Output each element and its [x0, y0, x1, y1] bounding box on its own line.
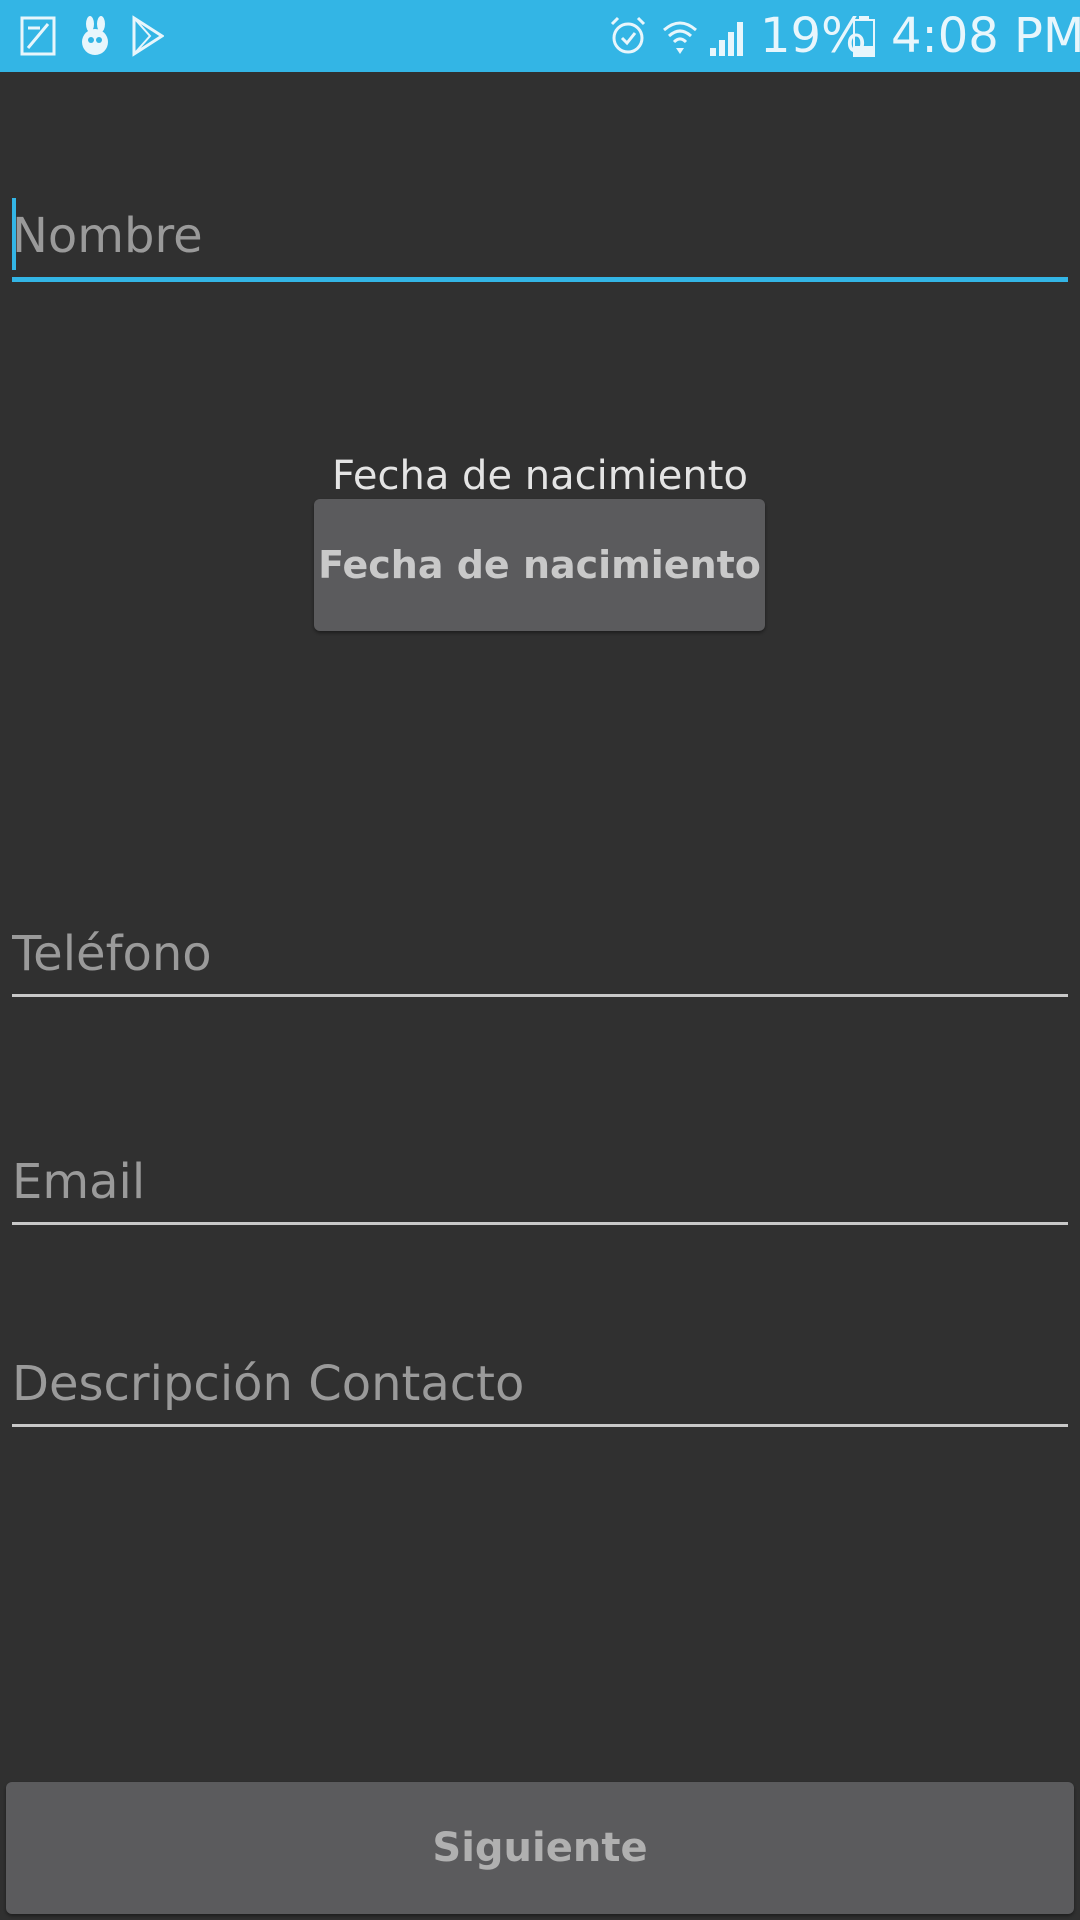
status-bar: 19% 4:08 PM: [0, 0, 1080, 72]
nombre-field: [12, 198, 1068, 284]
descripcion-underline: [12, 1424, 1068, 1427]
email-field: [12, 1150, 1068, 1230]
nombre-underline: [12, 277, 1068, 282]
email-input[interactable]: [12, 1150, 1068, 1214]
alarm-icon: [610, 16, 646, 54]
descripcion-field: [12, 1352, 1068, 1432]
email-underline: [12, 1222, 1068, 1225]
battery-icon: [853, 16, 875, 57]
clock: 4:08 PM: [891, 8, 1080, 64]
signal-icon: [710, 22, 743, 56]
descripcion-input[interactable]: [12, 1352, 1068, 1416]
telefono-underline: [12, 994, 1068, 997]
birthdate-button[interactable]: Fecha de nacimiento: [314, 499, 765, 631]
nombre-input[interactable]: [12, 204, 1068, 268]
next-button[interactable]: Siguiente: [6, 1782, 1074, 1914]
telefono-field: [12, 922, 1068, 1002]
text-caret: [12, 198, 16, 270]
wifi-icon: [663, 21, 697, 54]
play-store-icon: [132, 15, 164, 57]
bug-icon: [82, 16, 108, 55]
battery-percent: 19%: [760, 8, 867, 64]
edit-note-icon: [20, 16, 56, 56]
birthdate-label: Fecha de nacimiento: [332, 453, 748, 499]
telefono-input[interactable]: [12, 922, 1068, 986]
